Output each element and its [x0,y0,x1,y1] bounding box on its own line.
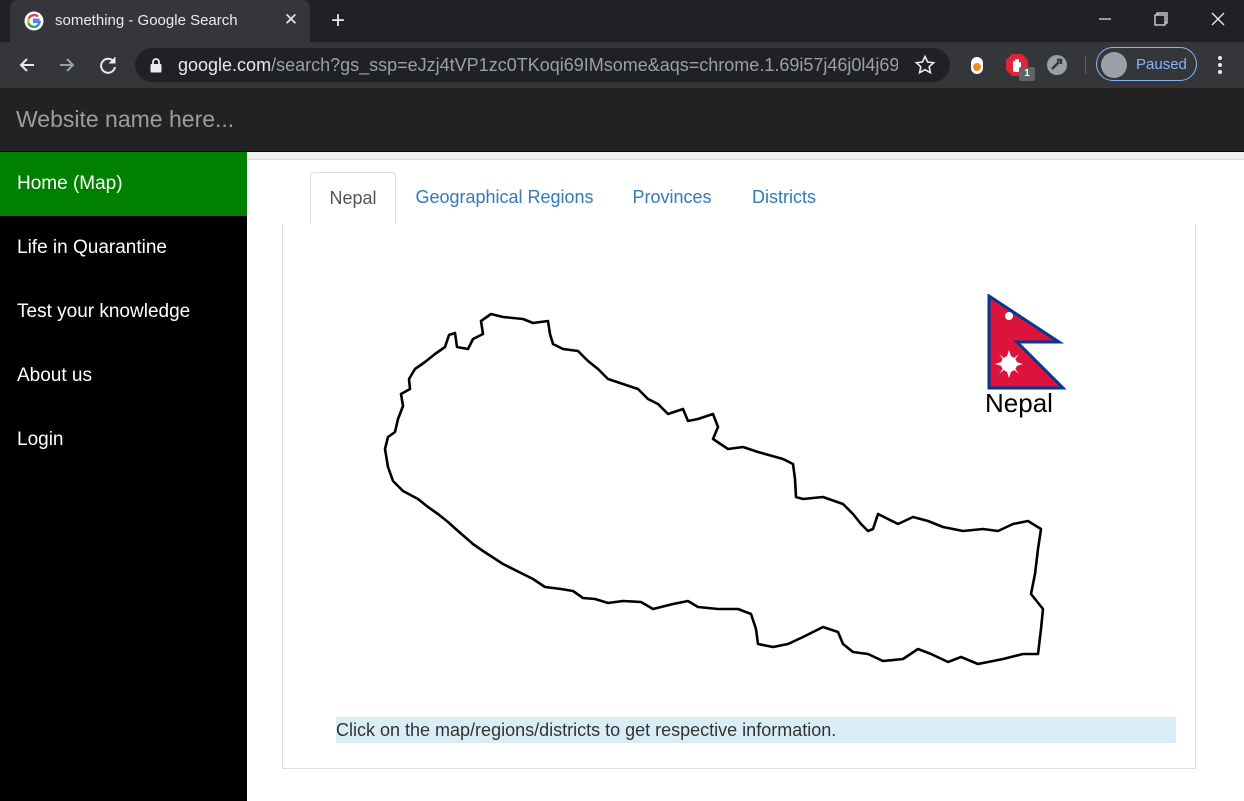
extension-icon[interactable] [964,52,990,78]
profile-button[interactable]: Paused [1096,47,1197,81]
flag-label: Nepal [985,388,1053,418]
tab-districts[interactable]: Districts [740,172,828,225]
tab-provinces[interactable]: Provinces [616,172,728,225]
sidebar-item-label: Test your knowledge [17,301,191,322]
url-text[interactable]: google.com/search?gs_ssp=eJzj4tVP1zc0TKo… [178,55,898,76]
extension-badge: 1 [1019,67,1035,81]
nepal-flag-icon [987,294,1067,390]
sidebar-item-label: About us [17,365,92,386]
tool-extension-icon[interactable] [1044,52,1070,78]
sidebar-item-home-map[interactable]: Home (Map) [0,152,247,216]
toolbar-divider [1085,56,1086,74]
sidebar: Home (Map) Life in Quarantine Test your … [0,152,247,801]
sidebar-item-test-your-knowledge[interactable]: Test your knowledge [0,280,247,344]
google-favicon-icon [24,11,44,31]
forward-arrow-icon[interactable] [52,50,82,80]
tab-nepal[interactable]: Nepal [310,172,396,226]
url-host: google.com [178,55,272,75]
content-top-strip [247,152,1244,160]
browser-toolbar: google.com/search?gs_ssp=eJzj4tVP1zc0TKo… [0,42,1244,88]
sidebar-item-label: Life in Quarantine [17,237,167,258]
avatar [1101,52,1127,78]
url-path: /search?gs_ssp=eJzj4tVP1zc0TKoqi69IMsome… [271,55,898,75]
reload-icon[interactable] [93,50,123,80]
kebab-menu-icon[interactable] [1208,51,1232,79]
site-navbar: Website name here... [0,88,1244,152]
close-window-icon[interactable] [1203,6,1233,32]
sidebar-item-login[interactable]: Login [0,408,247,472]
nepal-map[interactable] [383,309,1053,674]
minimize-window-icon[interactable] [1090,6,1120,32]
tab-panel: Nepal Click on the map/regions/districts… [282,224,1196,769]
profile-status: Paused [1136,56,1187,73]
sidebar-item-label: Login [17,429,64,450]
browser-tab-strip: something - Google Search ✕ + [0,0,1244,42]
map-tabs: Nepal Geographical Regions Provinces Dis… [282,172,1196,226]
new-tab-plus-icon[interactable]: + [325,8,351,34]
lock-icon [150,58,162,73]
info-message: Click on the map/regions/districts to ge… [336,717,1176,743]
nepal-flag-legend: Nepal [985,294,1075,424]
tab-geographical-regions[interactable]: Geographical Regions [404,172,605,225]
restore-window-icon[interactable] [1146,6,1176,32]
browser-tab[interactable]: something - Google Search ✕ [10,0,310,42]
site-brand[interactable]: Website name here... [16,106,234,133]
back-arrow-icon[interactable] [12,50,42,80]
nepal-outline[interactable] [383,312,1045,666]
address-bar[interactable]: google.com/search?gs_ssp=eJzj4tVP1zc0TKo… [135,48,950,82]
sidebar-item-label: Home (Map) [17,173,123,194]
sidebar-item-life-in-quarantine[interactable]: Life in Quarantine [0,216,247,280]
bookmark-star-icon[interactable] [914,54,936,76]
sidebar-item-about-us[interactable]: About us [0,344,247,408]
browser-tab-title: something - Google Search [55,12,238,29]
close-tab-icon[interactable]: ✕ [280,9,302,31]
